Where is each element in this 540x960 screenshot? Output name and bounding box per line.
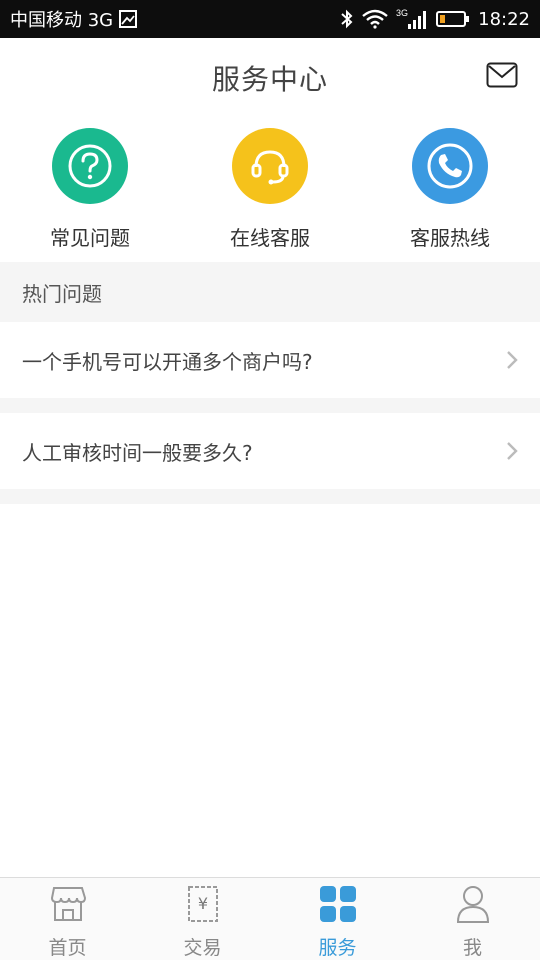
status-right: 3G 18:22 [340, 8, 530, 30]
divider [0, 489, 540, 504]
hot-questions-header: 热门问题 [0, 262, 540, 322]
grid-icon [318, 884, 358, 924]
headset-icon [251, 150, 289, 185]
chevron-right-icon [507, 351, 518, 369]
action-faq[interactable]: 常见问题 [0, 118, 180, 262]
divider [0, 398, 540, 413]
status-bar: 中国移动 3G 3G 18:22 [0, 0, 540, 38]
hot-questions-title: 热门问题 [22, 281, 102, 306]
nav-label-me: 我 [462, 937, 482, 959]
store-icon [48, 884, 88, 924]
user-icon [453, 884, 493, 924]
nav-label-trade: 交易 [183, 937, 222, 959]
page-title: 服务中心 [211, 63, 328, 96]
status-time: 18:22 [478, 8, 530, 30]
phone-icon [427, 143, 473, 189]
bluetooth-icon [340, 9, 354, 29]
hotline-circle [412, 128, 488, 204]
wifi-icon [362, 9, 388, 29]
svg-text:¥: ¥ [197, 894, 207, 913]
battery-icon [436, 10, 470, 28]
nav-item-trade[interactable]: ¥ 交易 [135, 878, 270, 960]
quick-actions: 常见问题 在线客服 客服热线 [0, 118, 540, 262]
mail-button[interactable] [486, 62, 518, 88]
online-service-circle [232, 128, 308, 204]
nav-item-service[interactable]: 服务 [270, 878, 405, 960]
status-left: 中国移动 3G [10, 6, 138, 32]
question-row[interactable]: 一个手机号可以开通多个商户吗? [0, 322, 540, 398]
question-row[interactable]: 人工审核时间一般要多久? [0, 413, 540, 489]
network-badge: 3G [396, 8, 408, 18]
carrier-text: 中国移动 3G [10, 10, 114, 31]
bottom-nav: 首页 ¥ 交易 服务 我 [0, 877, 540, 960]
signal-icon: 3G [396, 8, 428, 30]
question-icon [68, 144, 112, 188]
header: 服务中心 [0, 38, 540, 118]
faq-circle [52, 128, 128, 204]
question-text: 一个手机号可以开通多个商户吗? [22, 349, 313, 374]
nav-item-me[interactable]: 我 [405, 878, 540, 960]
action-label-faq: 常见问题 [50, 226, 130, 250]
nav-label-home: 首页 [48, 937, 87, 959]
action-online-service[interactable]: 在线客服 [180, 118, 360, 262]
mail-icon [486, 62, 518, 88]
question-text: 人工审核时间一般要多久? [22, 440, 253, 465]
nav-label-service: 服务 [318, 937, 357, 959]
chevron-right-icon [507, 442, 518, 460]
nav-item-home[interactable]: 首页 [0, 878, 135, 960]
action-label-online-service: 在线客服 [230, 226, 310, 250]
image-icon [119, 10, 138, 28]
action-hotline[interactable]: 客服热线 [360, 118, 540, 262]
receipt-icon: ¥ [183, 884, 223, 924]
action-label-hotline: 客服热线 [410, 226, 490, 250]
